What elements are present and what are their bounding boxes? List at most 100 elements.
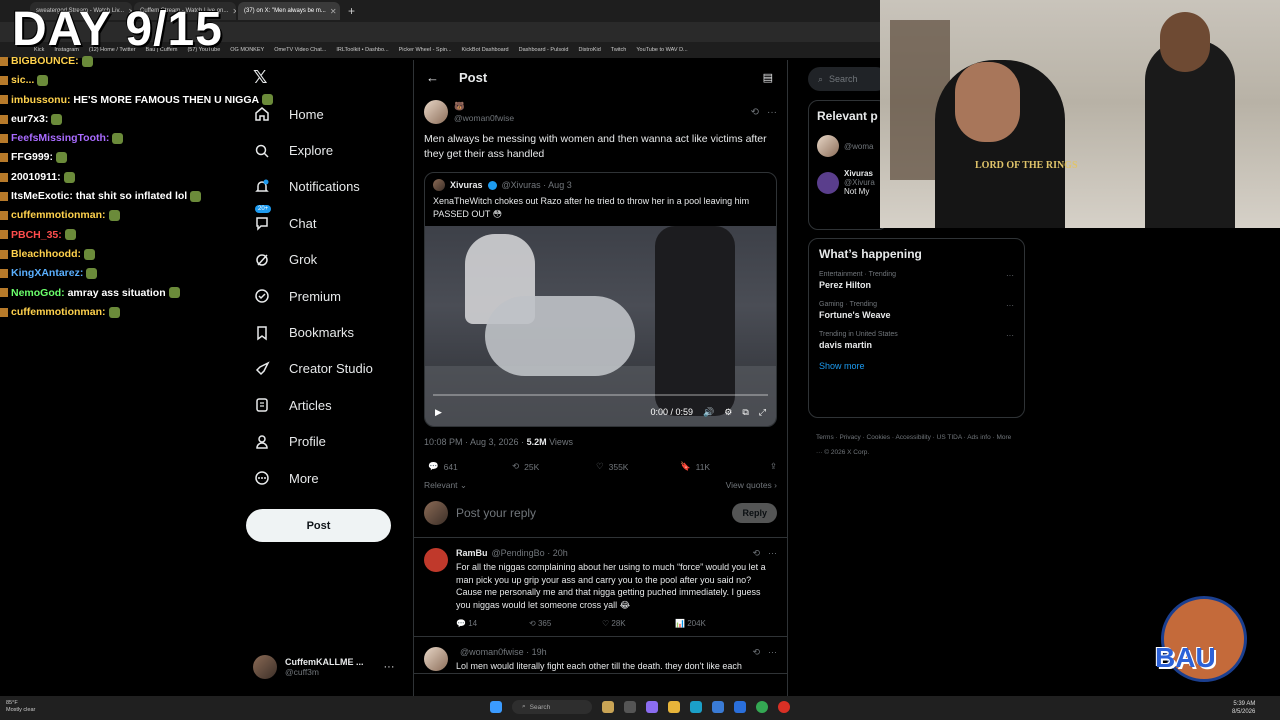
close-icon[interactable]: ✕: [232, 7, 236, 16]
reply-count[interactable]: 💬 14: [456, 619, 529, 628]
windows-start-icon[interactable]: [490, 701, 502, 713]
show-more-link[interactable]: Show more: [819, 361, 1014, 371]
picture-in-picture-icon[interactable]: ⧉: [742, 407, 748, 418]
play-icon[interactable]: ▶: [435, 407, 442, 418]
view-count[interactable]: 📊 204K: [675, 619, 748, 628]
reply-button[interactable]: Reply: [732, 503, 777, 523]
new-tab-icon[interactable]: +: [348, 4, 355, 18]
sidebar-item-explore[interactable]: Explore: [246, 132, 373, 168]
post-timestamp[interactable]: 10:08 PM · Aug 3, 2026 ·: [424, 437, 527, 447]
like-count[interactable]: ♡ 28K: [602, 619, 675, 628]
close-icon[interactable]: ✕: [330, 7, 337, 16]
reply-tweet[interactable]: @woman0fwise · 19h ⟲ ··· Lol men would li…: [414, 637, 787, 674]
search-icon: [253, 142, 271, 160]
browser-tab-active[interactable]: (37) on X: "Men always be m... ✕: [238, 2, 340, 20]
footer-links[interactable]: Terms · Privacy · Cookies · Accessibilit…: [816, 430, 1016, 460]
taskbar-clock[interactable]: 5:39 AM 8/5/2026: [1232, 700, 1255, 716]
sidebar-item-profile[interactable]: Profile: [246, 424, 373, 460]
avatar[interactable]: [424, 647, 448, 671]
chat-text: that shit so inflated lol: [72, 190, 188, 203]
count: 14: [468, 619, 478, 628]
more-horizontal-icon[interactable]: ···: [1006, 301, 1014, 320]
more-horizontal-icon[interactable]: ···: [767, 107, 777, 118]
more-horizontal-icon[interactable]: ···: [768, 647, 777, 658]
weather-widget[interactable]: 85°F Mostly clear: [6, 700, 35, 714]
like-action[interactable]: ♡ 355K: [596, 461, 680, 472]
more-horizontal-icon[interactable]: ···: [1006, 271, 1014, 290]
bookmark-item[interactable]: DistroKid: [578, 47, 600, 53]
bookmark-item[interactable]: Picker Wheel - Spin...: [399, 47, 452, 53]
view-quotes-link[interactable]: View quotes ›: [726, 480, 777, 491]
reply-action[interactable]: 💬 641: [428, 461, 512, 472]
trend-item[interactable]: Gaming · Trending Fortune's Weave ···: [819, 301, 1014, 320]
widgets-icon[interactable]: [602, 701, 614, 713]
quoted-tweet[interactable]: Xivuras @Xivuras · Aug 3 XenaTheWitch ch…: [424, 172, 777, 427]
avatar[interactable]: [424, 100, 448, 124]
video-player[interactable]: ▶ 0:00 / 0:59 🔊 ⚙ ⧉ ⤢: [425, 226, 776, 426]
grok-icon[interactable]: ⟲: [752, 548, 760, 559]
copilot-icon[interactable]: [646, 701, 658, 713]
file-explorer-icon[interactable]: [668, 701, 680, 713]
relevant-user[interactable]: @woma: [817, 135, 879, 157]
chat-username: KingXAntarez:: [11, 267, 84, 280]
grok-icon[interactable]: ⟲: [752, 647, 760, 658]
bookmark-action[interactable]: 🔖 11K: [680, 461, 764, 472]
mail-icon[interactable]: [734, 701, 746, 713]
more-horizontal-icon[interactable]: ···: [1006, 331, 1014, 350]
more-horizontal-icon[interactable]: ···: [384, 661, 395, 673]
reader-mode-icon[interactable]: ▤: [763, 71, 773, 84]
chrome-icon[interactable]: [756, 701, 768, 713]
avatar[interactable]: [424, 548, 448, 572]
more-horizontal-icon[interactable]: ···: [768, 548, 777, 559]
volume-icon[interactable]: 🔊: [703, 407, 714, 418]
settings-gear-icon[interactable]: ⚙: [724, 407, 732, 418]
reply-input[interactable]: Post your reply: [456, 506, 724, 520]
chat-emote-icon: [168, 287, 180, 299]
sidebar-item-bookmarks[interactable]: Bookmarks: [246, 314, 373, 350]
post-button[interactable]: Post: [246, 509, 391, 542]
sidebar-item-label: Grok: [289, 252, 318, 268]
bookmark-item[interactable]: Dashboard - Pulsoid: [519, 47, 569, 53]
reply-tweet[interactable]: RamBu @PendingBo · 20h ⟲ ··· For all the …: [414, 538, 787, 637]
relevant-user[interactable]: Xivuras @Xivura Not My: [817, 169, 879, 196]
bookmark-item[interactable]: OmeTV Video Chat...: [274, 47, 326, 53]
sidebar-item-creator-studio[interactable]: Creator Studio: [246, 351, 373, 387]
trend-item[interactable]: Trending in United States davis martin ··…: [819, 331, 1014, 350]
sidebar-item-grok[interactable]: Grok: [246, 242, 373, 278]
avatar: [253, 655, 277, 679]
x-logo-icon[interactable]: 𝕏: [253, 68, 271, 86]
sidebar-item-premium[interactable]: Premium: [246, 278, 373, 314]
sidebar-item-label: Home: [289, 106, 324, 122]
sidebar-item-articles[interactable]: Articles: [246, 387, 373, 423]
repost-count[interactable]: ⟲ 365: [529, 619, 602, 628]
user-handle: @woma: [844, 141, 874, 151]
account-switcher[interactable]: CuffemKALLME ... @cuff3m ···: [253, 655, 395, 679]
taskbar-search[interactable]: ⌕ Search: [512, 700, 592, 714]
bookmark-item[interactable]: YouTube to WAV D...: [636, 47, 687, 53]
bookmark-icon: 🔖: [680, 461, 691, 471]
task-view-icon[interactable]: [624, 701, 636, 713]
bookmark-item[interactable]: KickBot Dashboard: [462, 47, 509, 53]
video-progress-bar[interactable]: [433, 394, 768, 396]
back-arrow-icon[interactable]: ←: [426, 70, 439, 85]
sidebar-item-notifications[interactable]: Notifications: [246, 169, 373, 205]
edge-icon[interactable]: [690, 701, 702, 713]
grok-icon[interactable]: ⟲: [751, 107, 759, 118]
bookmark-icon: [253, 324, 271, 342]
chat-badge-icon: [0, 191, 8, 201]
sidebar-item-more[interactable]: More: [246, 460, 373, 496]
trend-item[interactable]: Entertainment · Trending Perez Hilton ···: [819, 271, 1014, 290]
sidebar-item-chat[interactable]: 20+ Chat: [246, 205, 373, 241]
bookmark-item[interactable]: IRLToolkit • Dashbo...: [336, 47, 388, 53]
reply-author-name[interactable]: RamBu: [456, 548, 488, 559]
bookmark-item[interactable]: Twitch: [611, 47, 627, 53]
store-icon[interactable]: [712, 701, 724, 713]
share-icon[interactable]: ⇪: [770, 461, 777, 472]
author-handle[interactable]: @woman0fwise: [454, 112, 514, 124]
fullscreen-icon[interactable]: ⤢: [759, 407, 766, 418]
chat-badge-icon: [0, 288, 8, 298]
search-input[interactable]: ⌕ Search: [808, 67, 888, 91]
repost-action[interactable]: ⟲ 25K: [512, 461, 596, 472]
app-icon[interactable]: [778, 701, 790, 713]
sort-dropdown[interactable]: Relevant ⌄: [424, 480, 467, 491]
